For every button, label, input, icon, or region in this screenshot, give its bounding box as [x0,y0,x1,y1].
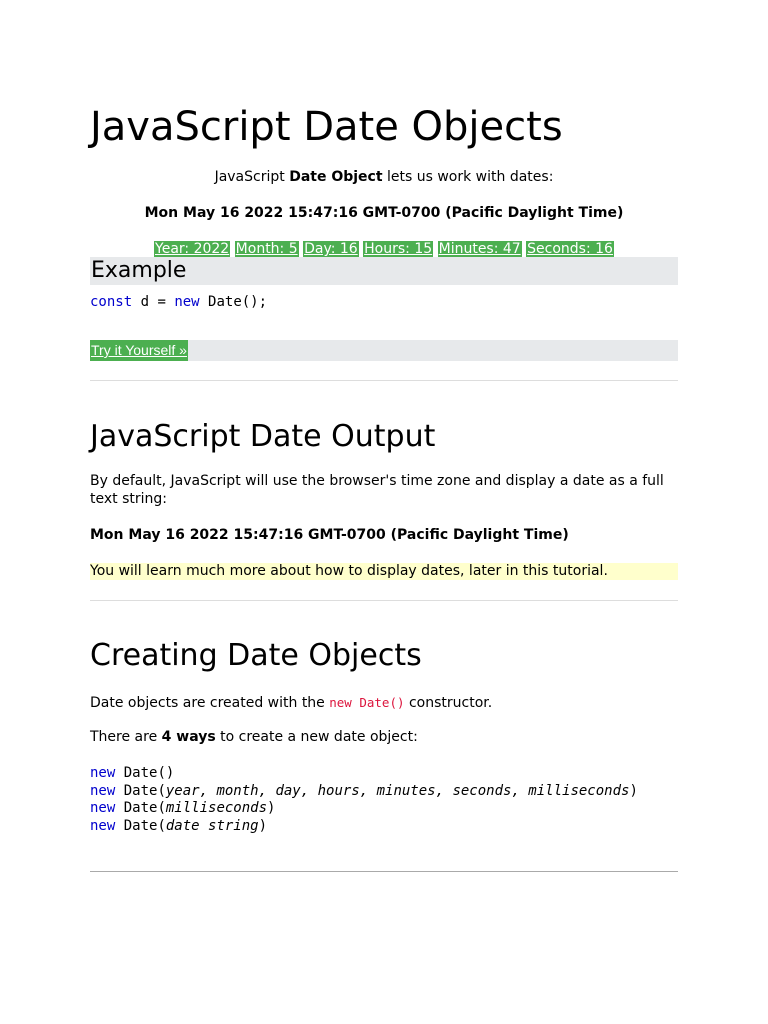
date-part-minutes[interactable]: Minutes: 47 [437,241,522,258]
divider [90,380,678,381]
example-code: const d = new Date(); [90,294,267,312]
syntax-line: new Date() [90,765,638,783]
syntax-keyword: new [90,782,116,799]
code-keyword-const: const [90,294,133,310]
syntax-call: Date( [115,800,166,816]
syntax-args: date string [165,817,259,834]
syntax-keyword: new [90,817,116,834]
current-date: Mon May 16 2022 15:47:16 GMT-0700 (Pacif… [144,205,624,221]
intro-text: JavaScript Date Object lets us work with… [90,168,678,186]
ways-suffix: to create a new date object: [215,729,418,745]
try-it-bar: Try it Yourself » [90,340,678,361]
intro-suffix: lets us work with dates: [382,169,554,185]
syntax-args: year, month, day, hours, minutes, second… [165,782,630,799]
date-part-year[interactable]: Year: 2022 [154,241,231,258]
code-text: d = [132,294,175,310]
syntax-keyword: new [90,765,116,781]
syntax-block: new Date() new Date(year, month, day, hou… [90,765,638,835]
date-part-day[interactable]: Day: 16 [303,241,359,258]
syntax-args: milliseconds [165,800,268,816]
syntax-close: ) [258,817,268,834]
date-part-hours[interactable]: Hours: 15 [363,241,434,258]
date-part-month[interactable]: Month: 5 [234,241,299,258]
output-section-title: JavaScript Date Output [90,419,436,454]
syntax-close: ) [267,800,276,816]
page-title: JavaScript Date Objects [90,104,563,150]
ways-bold: 4 ways [161,729,216,745]
example-heading: Example [91,258,187,283]
syntax-line: new Date(milliseconds) [90,800,638,818]
ways-prefix: There are [90,729,162,745]
constructor-prefix: Date objects are created with the [90,695,330,711]
try-it-yourself-button[interactable]: Try it Yourself » [90,340,188,361]
output-date-string: Mon May 16 2022 15:47:16 GMT-0700 (Pacif… [90,527,569,543]
syntax-call: Date( [115,782,166,799]
syntax-call: Date( [115,765,166,781]
divider [90,600,678,601]
intro-prefix: JavaScript [214,169,290,185]
output-paragraph: By default, JavaScript will use the brow… [90,473,664,507]
syntax-close: ) [629,782,638,799]
constructor-paragraph: Date objects are created with the new Da… [90,694,678,713]
inline-code-new-date: new Date() [329,695,405,710]
date-parts: Year: 2022 Month: 5 Day: 16 Hours: 15 Mi… [90,240,678,258]
syntax-line: new Date(year, month, day, hours, minute… [90,783,638,801]
example-header: Example [90,257,678,285]
ways-paragraph: There are 4 ways to create a new date ob… [90,729,678,747]
note-box: You will learn much more about how to di… [90,563,678,580]
code-keyword-new: new [174,294,200,310]
syntax-close: ) [165,765,175,781]
intro-bold: Date Object [289,169,383,185]
syntax-line: new Date(date string) [90,818,638,836]
syntax-call: Date( [115,817,166,834]
code-call: Date(); [199,294,268,310]
creating-section-title: Creating Date Objects [90,638,422,673]
syntax-keyword: new [90,800,116,816]
date-part-seconds[interactable]: Seconds: 16 [526,241,614,258]
divider [90,871,678,872]
constructor-suffix: constructor. [404,695,493,711]
